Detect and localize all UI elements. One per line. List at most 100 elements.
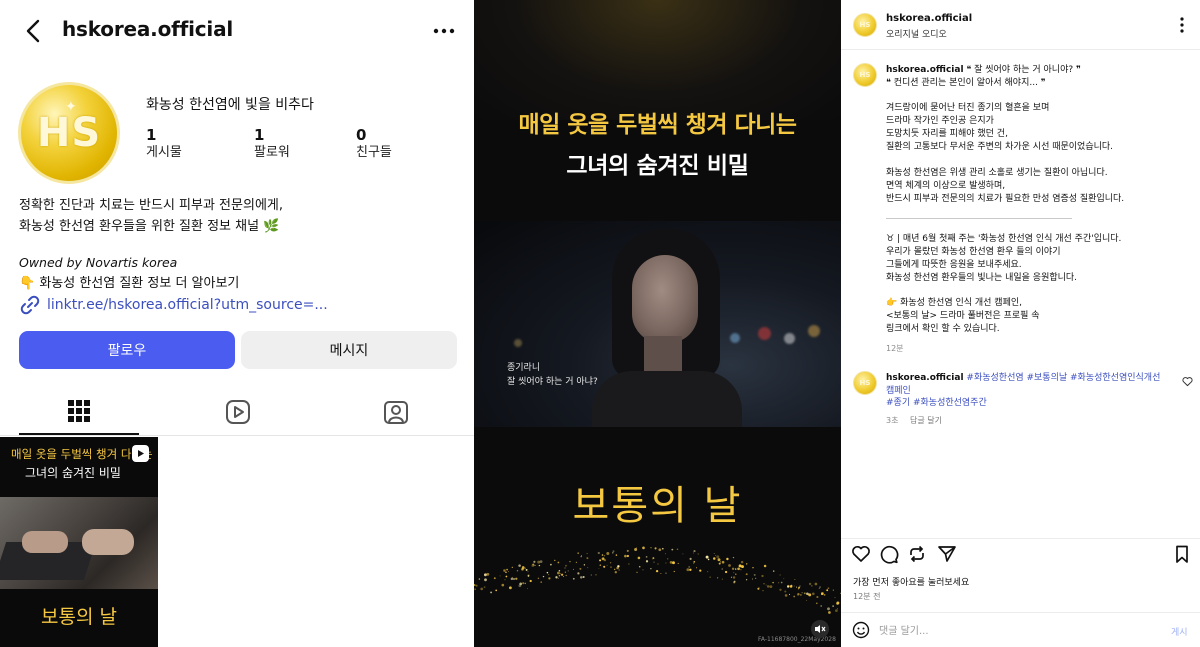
sparkle-dot [657, 563, 659, 565]
sparkle-dot [784, 594, 788, 597]
sparkle-dot [567, 570, 569, 572]
like-icon[interactable] [851, 544, 871, 564]
sparkle-dot [815, 602, 818, 605]
reel-badge-icon [132, 445, 149, 462]
bookmark-icon[interactable] [1172, 544, 1192, 564]
sparkle-dot [693, 550, 696, 553]
profile-avatar[interactable]: ✦ HS [18, 82, 120, 184]
comment-input[interactable] [879, 622, 1149, 640]
sparkle-dot [819, 586, 821, 588]
post-comment-button[interactable]: 게시 [1171, 625, 1188, 638]
more-vertical-icon[interactable] [1174, 14, 1190, 36]
comment-icon[interactable] [879, 544, 899, 564]
sparkle-dot [483, 586, 486, 588]
sparkle-dot [796, 586, 797, 588]
sparkle-dot [586, 553, 588, 554]
sparkle-dot [801, 592, 803, 594]
tab-grid[interactable] [19, 388, 139, 435]
sparkle-dot [554, 559, 556, 562]
comment-hashtags[interactable]: #화농성한선염 #보통의날 #화농성한선염인식개선 [966, 373, 1160, 383]
sparkle-dot [689, 557, 692, 560]
sparkle-dot [475, 584, 478, 587]
sparkle-dot [721, 568, 723, 570]
share-icon[interactable] [937, 544, 957, 564]
message-button[interactable]: 메시지 [241, 331, 457, 369]
sparkle-dot [559, 573, 561, 575]
comment-box-divider [841, 612, 1200, 613]
sparkle-dot [826, 589, 829, 592]
sparkle-dot [474, 584, 476, 586]
sparkle-dot [755, 577, 757, 579]
header-avatar[interactable]: HS [853, 13, 877, 37]
sparkle-dot [580, 556, 582, 558]
sparkle-dot [806, 592, 809, 596]
sparkle-dot [603, 558, 607, 562]
emoji-icon[interactable] [852, 621, 870, 639]
sparkle-dot [800, 594, 802, 596]
sparkle-dot [753, 573, 756, 576]
sparkle-dot [790, 584, 793, 587]
sparkle-dot [718, 562, 721, 565]
sparkle-dot [789, 593, 790, 595]
reel-panel[interactable]: 매일 옷을 두벌씩 챙겨 다니는 그녀의 숨겨진 비밀 종기라니 잘 씻어야 하… [474, 0, 841, 647]
caption-line: 👉 화농성 한선염 인식 개선 캠페인, [886, 298, 1023, 308]
sparkle-dot [511, 566, 513, 568]
sparkle-dot [730, 576, 733, 578]
stat-followers[interactable]: 1 팔로워 [254, 126, 344, 162]
comment-hashtags[interactable]: #종기 #화농성한선염주간 [886, 397, 987, 410]
sparkle-dot [763, 583, 765, 585]
sparkle-dot [474, 588, 476, 591]
sparkle-dot [652, 557, 655, 560]
caption-quote: ❝ 잘 씻어야 하는 거 아니야? ❞ [966, 65, 1081, 75]
header-audio[interactable]: 오리지널 오디오 [886, 27, 947, 40]
repost-icon[interactable] [907, 544, 927, 564]
sparkle-dot [717, 558, 721, 562]
caption-avatar[interactable]: HS [853, 63, 877, 87]
sparkle-dot [533, 560, 536, 563]
caption-line: 우리가 몰랐던 화농성 한선염 환우 들의 이야기 [886, 247, 1061, 257]
more-options-icon[interactable] [430, 16, 458, 46]
sparkle-dot [836, 608, 839, 610]
sparkle-dot [661, 547, 664, 550]
comment-like-icon[interactable] [1182, 376, 1193, 387]
sparkle-dot [518, 564, 521, 567]
tab-tagged[interactable] [336, 388, 456, 435]
sparkle-dot [478, 578, 481, 580]
post-thumbnail[interactable]: 매일 옷을 두벌씩 챙겨 다니는 그녀의 숨겨진 비밀 보통의 날 [0, 437, 158, 647]
stat-friends[interactable]: 0 친구들 [356, 126, 446, 162]
thumbnail-title: 보통의 날 [41, 606, 117, 628]
bio-line: 정확한 진단과 치료는 반드시 피부과 전문의에게, [19, 198, 283, 213]
follow-button[interactable]: 팔로우 [19, 331, 235, 369]
sparkle-dot [548, 574, 550, 576]
comment-author[interactable]: hskorea.official [886, 373, 964, 383]
caption-line: ♉ | 매년 6월 첫째 주는 '화농성 한선염 인식 개선 주간'입니다. [886, 234, 1122, 244]
sparkle-dot [579, 567, 582, 570]
stat-posts[interactable]: 1 게시물 [146, 126, 236, 162]
sparkle-dot [720, 561, 722, 563]
sparkle-dot [667, 558, 669, 560]
sparkle-dot [645, 556, 648, 558]
comment-avatar[interactable]: HS [853, 371, 877, 395]
header-username[interactable]: hskorea.official [886, 13, 972, 24]
sparkle-dot [573, 568, 574, 570]
sparkle-dot [780, 581, 783, 584]
back-arrow-icon[interactable] [20, 16, 46, 46]
tab-reels[interactable] [178, 388, 298, 435]
mute-icon[interactable] [811, 620, 829, 638]
reel-subtitle: 종기라니 [507, 363, 541, 373]
profile-link[interactable]: linktr.ee/hskorea.official?utm_source=..… [19, 294, 328, 316]
sparkle-dot [575, 561, 578, 564]
sparkle-dot [565, 564, 567, 567]
sparkle-dot [724, 570, 728, 574]
sparkle-dot [650, 547, 652, 549]
sparkle-dot [836, 601, 840, 605]
actress-coat [592, 371, 742, 427]
sparkle-dot [516, 569, 519, 572]
sparkle-dot [779, 588, 782, 591]
caption-author[interactable]: hskorea.official [886, 65, 964, 75]
sparkle-dot [505, 571, 507, 574]
like-first-text[interactable]: 가장 먼저 좋아요를 눌러보세요 [853, 575, 969, 588]
bokeh-light [514, 339, 522, 347]
sparkle-dot [697, 553, 699, 555]
reply-button[interactable]: 답글 달기 [910, 415, 942, 426]
